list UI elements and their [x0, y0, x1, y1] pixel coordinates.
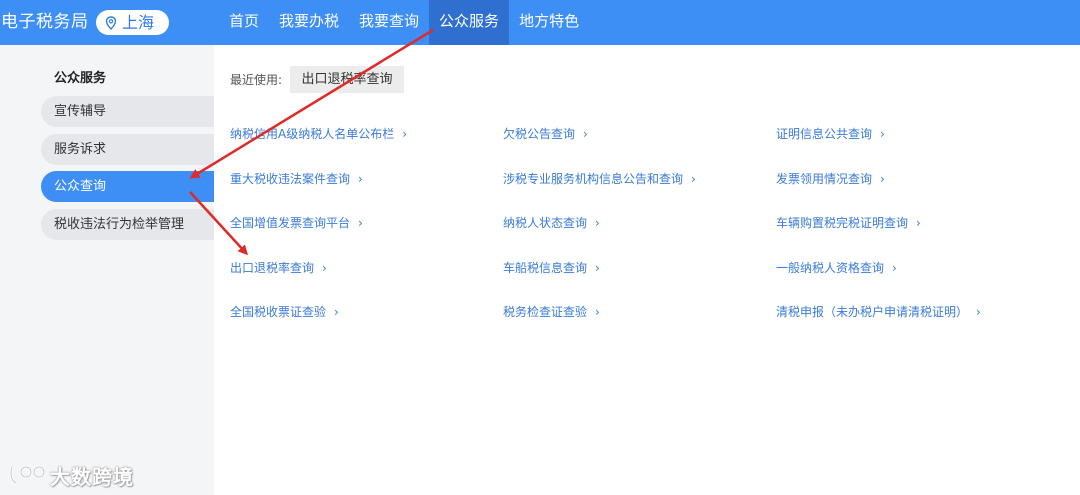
link-tax-clearance-declaration[interactable]: 清税申报（未办税户申请清税证明） ›: [776, 303, 981, 320]
nav-query[interactable]: 我要查询: [349, 0, 429, 45]
chevron-right-icon: ›: [880, 172, 885, 186]
link-invoice-usage[interactable]: 发票领用情况查询 ›: [776, 170, 885, 187]
sidebar-item-tax-violation-report[interactable]: 税收违法行为检举管理: [41, 209, 214, 240]
chevron-right-icon: ›: [334, 305, 339, 319]
link-taxpayer-status[interactable]: 纳税人状态查询 ›: [503, 214, 600, 231]
chevron-right-icon: ›: [892, 261, 897, 275]
chevron-right-icon: ›: [595, 216, 600, 230]
city-selector[interactable]: 上海: [96, 10, 169, 35]
link-major-violation-cases[interactable]: 重大税收违法案件查询 ›: [230, 170, 363, 187]
nav-public-service[interactable]: 公众服务: [429, 0, 510, 45]
sidebar: 公众服务 宣传辅导 服务诉求 公众查询 税收违法行为检举管理: [0, 45, 214, 495]
link-label: 出口退税率查询: [230, 261, 315, 275]
link-label: 车辆购置税完税证明查询: [776, 216, 909, 230]
link-tax-arrears-notice[interactable]: 欠税公告查询 ›: [503, 125, 588, 142]
sidebar-title: 公众服务: [54, 71, 107, 86]
link-label: 发票领用情况查询: [776, 172, 873, 186]
link-label: 全国增值发票查询平台: [230, 216, 351, 230]
link-tax-agency-info[interactable]: 涉税专业服务机构信息公告和查询 ›: [503, 170, 696, 187]
chevron-right-icon: ›: [595, 261, 600, 275]
watermark-logo-icon: [9, 465, 46, 485]
link-label: 一般纳税人资格查询: [776, 261, 885, 275]
link-general-taxpayer-qualification[interactable]: 一般纳税人资格查询 ›: [776, 259, 897, 276]
chevron-right-icon: ›: [691, 172, 696, 186]
main-nav: 首页 我要办税 我要查询 公众服务 地方特色: [219, 0, 589, 45]
chevron-right-icon: ›: [976, 305, 981, 319]
nav-home[interactable]: 首页: [219, 0, 269, 45]
recent-item-button[interactable]: 出口退税率查询: [290, 66, 404, 93]
link-label: 税务检查证查验: [503, 305, 588, 319]
top-bar: 电子税务局 上海 首页 我要办税 我要查询 公众服务 地方特色: [0, 0, 1080, 45]
link-label: 纳税人状态查询: [503, 216, 588, 230]
sidebar-item-service-request[interactable]: 服务诉求: [41, 134, 214, 165]
nav-tax-handling[interactable]: 我要办税: [269, 0, 349, 45]
link-vehicle-tax-certificate[interactable]: 车辆购置税完税证明查询 ›: [776, 214, 921, 231]
watermark-text: 大数跨境: [50, 464, 134, 489]
sidebar-item-public-query[interactable]: 公众查询: [41, 171, 214, 202]
chevron-right-icon: ›: [402, 127, 408, 141]
link-label: 欠税公告查询: [503, 127, 576, 141]
nav-local-feature[interactable]: 地方特色: [509, 0, 589, 45]
chevron-right-icon: ›: [583, 127, 588, 141]
link-inspection-certificate-verification[interactable]: 税务检查证查验 ›: [503, 303, 600, 320]
chevron-right-icon: ›: [358, 172, 363, 186]
chevron-right-icon: ›: [595, 305, 600, 319]
link-label: 涉税专业服务机构信息公告和查询: [503, 172, 684, 186]
link-label: 全国税收票证查验: [230, 305, 327, 319]
watermark: 大数跨境: [8, 460, 134, 490]
chevron-right-icon: ›: [322, 261, 327, 275]
link-label: 清税申报（未办税户申请清税证明）: [776, 305, 969, 319]
link-tax-receipt-verification[interactable]: 全国税收票证查验 ›: [230, 303, 339, 320]
recent-label: 最近使用:: [230, 73, 283, 87]
link-label: 证明信息公共查询: [776, 127, 873, 141]
link-label: 纳税信用A级纳税人名单公布栏: [230, 127, 395, 141]
link-certificate-query[interactable]: 证明信息公共查询 ›: [776, 125, 885, 142]
chevron-right-icon: ›: [358, 216, 363, 230]
link-label: 车船税信息查询: [503, 261, 588, 275]
link-vat-invoice-platform[interactable]: 全国增值发票查询平台 ›: [230, 214, 363, 231]
chevron-right-icon: ›: [916, 216, 921, 230]
link-a-credit-list[interactable]: 纳税信用A级纳税人名单公布栏 ›: [230, 125, 407, 142]
sidebar-item-publicity[interactable]: 宣传辅导: [41, 96, 214, 127]
link-export-rebate-rate[interactable]: 出口退税率查询 ›: [230, 259, 327, 276]
chevron-right-icon: ›: [880, 127, 885, 141]
site-brand[interactable]: 电子税务局: [0, 0, 89, 45]
link-label: 重大税收违法案件查询: [230, 172, 351, 186]
annotation-arrow-to-sidebar: [189, 28, 434, 179]
city-name: 上海: [122, 13, 155, 32]
location-pin-icon: [105, 16, 117, 30]
link-vessel-tax-info[interactable]: 车船税信息查询 ›: [503, 259, 600, 276]
